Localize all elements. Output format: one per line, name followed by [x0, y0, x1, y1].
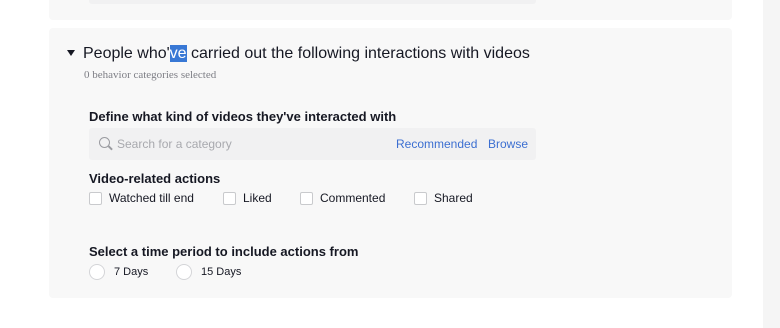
radio-circle[interactable]	[176, 264, 192, 280]
checkbox-box[interactable]	[414, 192, 427, 205]
section-title-part-1: People who'	[83, 45, 170, 62]
collapse-caret-icon[interactable]	[67, 50, 75, 56]
checkbox-box[interactable]	[89, 192, 102, 205]
category-search-box: Recommended Browse	[89, 128, 536, 160]
section-title[interactable]: People who've carried out the following …	[83, 44, 530, 64]
recommended-link[interactable]: Recommended	[396, 136, 477, 152]
checkbox-label: Watched till end	[109, 191, 194, 205]
previous-section-card	[49, 0, 732, 20]
previous-section-field	[89, 0, 536, 4]
time-period-label: Select a time period to include actions …	[89, 244, 359, 259]
category-search-input[interactable]	[117, 134, 377, 154]
radio-circle[interactable]	[89, 264, 105, 280]
video-interactions-card: People who've carried out the following …	[49, 28, 732, 298]
checkbox-box[interactable]	[223, 192, 236, 205]
selected-text: ve	[169, 45, 187, 62]
search-icon	[99, 137, 110, 148]
checkbox-label: Liked	[243, 191, 272, 205]
radio-label: 15 Days	[201, 266, 242, 278]
browse-link[interactable]: Browse	[488, 136, 528, 152]
checkbox-label: Commented	[320, 191, 386, 205]
scrollbar-track[interactable]	[763, 0, 780, 328]
selected-count-text: 0 behavior categories selected	[84, 69, 217, 81]
checkbox-label: Shared	[434, 191, 473, 205]
video-actions-label: Video-related actions	[89, 171, 221, 186]
section-title-part-2: carried out the following interactions w…	[186, 45, 530, 62]
define-videos-label: Define what kind of videos they've inter…	[89, 109, 397, 124]
radio-label: 7 Days	[114, 266, 149, 278]
checkbox-box[interactable]	[300, 192, 313, 205]
